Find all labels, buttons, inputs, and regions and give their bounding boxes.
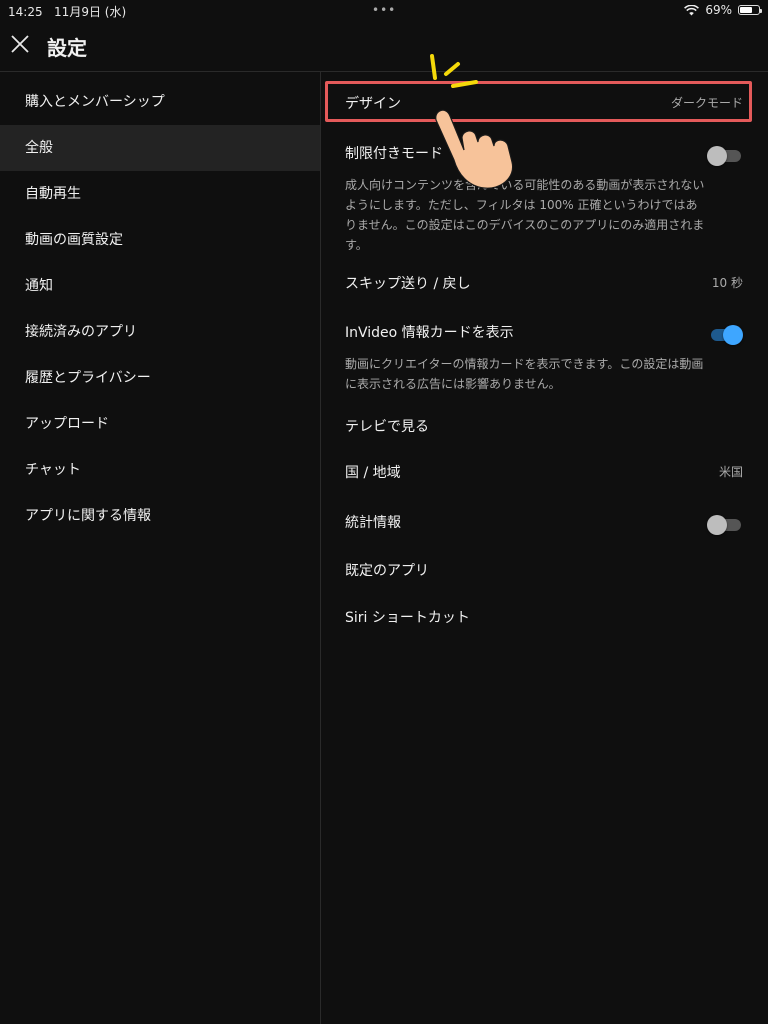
setting-tv-label: テレビで見る — [345, 419, 429, 435]
status-clock: 14:25 — [8, 5, 43, 19]
setting-default-app-label: 既定のアプリ — [345, 563, 429, 579]
setting-info-cards-label: InVideo 情報カードを表示 — [345, 325, 514, 341]
battery-percent: 69% — [705, 3, 732, 17]
status-right: 69% — [684, 3, 762, 17]
sidebar-item-notifications[interactable]: 通知 — [0, 263, 320, 309]
sidebar-item-label: 通知 — [25, 278, 53, 294]
sidebar-item-video-quality[interactable]: 動画の画質設定 — [0, 217, 320, 263]
sidebar-item-about[interactable]: アプリに関する情報 — [0, 493, 320, 539]
status-date: 11月9日 (水) — [54, 5, 127, 19]
setting-design[interactable]: デザイン ダークモード — [345, 93, 743, 113]
status-bar: 14:25 11月9日 (水) ••• 69% — [0, 0, 768, 22]
multitasking-dots-icon[interactable]: ••• — [372, 3, 396, 17]
setting-default-app[interactable]: 既定のアプリ — [345, 560, 743, 580]
setting-tv[interactable]: テレビで見る — [345, 416, 743, 436]
setting-restricted-desc: 成人向けコンテンツを含んでいる可能性のある動画が表示されないようにします。ただし… — [345, 178, 705, 252]
restricted-mode-toggle[interactable] — [707, 145, 743, 166]
setting-stats: 統計情報 — [345, 512, 743, 535]
setting-siri[interactable]: Siri ショートカット — [345, 607, 743, 627]
info-cards-toggle[interactable] — [707, 324, 743, 345]
sidebar-item-general[interactable]: 全般 — [0, 125, 320, 171]
setting-region-label: 国 / 地域 — [345, 465, 401, 481]
battery-icon — [738, 5, 762, 15]
settings-panel: デザイン ダークモード 制限付きモード 成人向けコンテンツを含んでいる可能性のあ… — [321, 72, 768, 1024]
sidebar-item-uploads[interactable]: アップロード — [0, 401, 320, 447]
sidebar-item-label: アプリに関する情報 — [25, 508, 151, 524]
wifi-icon — [684, 4, 700, 15]
setting-info-cards: InVideo 情報カードを表示 動画にクリエイターの情報カードを表示できます。… — [345, 322, 743, 394]
setting-skip-label: スキップ送り / 戻し — [345, 276, 471, 292]
setting-stats-label: 統計情報 — [345, 515, 401, 531]
sidebar-item-chat[interactable]: チャット — [0, 447, 320, 493]
sidebar-item-purchases[interactable]: 購入とメンバーシップ — [0, 79, 320, 125]
sidebar-item-label: 動画の画質設定 — [25, 232, 123, 248]
setting-skip-value: 10 秒 — [711, 276, 743, 290]
setting-design-value: ダークモード — [670, 96, 743, 110]
setting-siri-label: Siri ショートカット — [345, 610, 470, 626]
sidebar-item-history-privacy[interactable]: 履歴とプライバシー — [0, 355, 320, 401]
close-icon[interactable] — [10, 34, 30, 54]
sidebar-item-label: アップロード — [25, 416, 109, 432]
setting-skip[interactable]: スキップ送り / 戻し 10 秒 — [345, 273, 743, 293]
setting-region[interactable]: 国 / 地域 米国 — [345, 462, 743, 482]
setting-region-value: 米国 — [718, 465, 743, 479]
sidebar-item-label: 接続済みのアプリ — [25, 324, 137, 340]
setting-restricted-mode: 制限付きモード 成人向けコンテンツを含んでいる可能性のある動画が表示されないよう… — [345, 143, 743, 255]
sidebar-item-connected-apps[interactable]: 接続済みのアプリ — [0, 309, 320, 355]
header: 設定 — [0, 22, 768, 70]
setting-restricted-label: 制限付きモード — [345, 146, 443, 162]
sidebar-item-label: 全般 — [25, 140, 53, 156]
stats-toggle[interactable] — [707, 514, 743, 535]
page-title: 設定 — [47, 36, 87, 60]
sidebar-item-label: チャット — [25, 462, 81, 478]
sidebar-item-label: 自動再生 — [25, 186, 81, 202]
status-time: 14:25 11月9日 (水) — [8, 3, 126, 20]
sidebar-item-label: 購入とメンバーシップ — [25, 94, 165, 110]
sidebar: 購入とメンバーシップ 全般 自動再生 動画の画質設定 通知 接続済みのアプリ 履… — [0, 72, 320, 1024]
sidebar-item-label: 履歴とプライバシー — [25, 370, 151, 386]
sidebar-item-autoplay[interactable]: 自動再生 — [0, 171, 320, 217]
setting-info-cards-desc: 動画にクリエイターの情報カードを表示できます。この設定は動画に表示される広告には… — [345, 357, 704, 391]
